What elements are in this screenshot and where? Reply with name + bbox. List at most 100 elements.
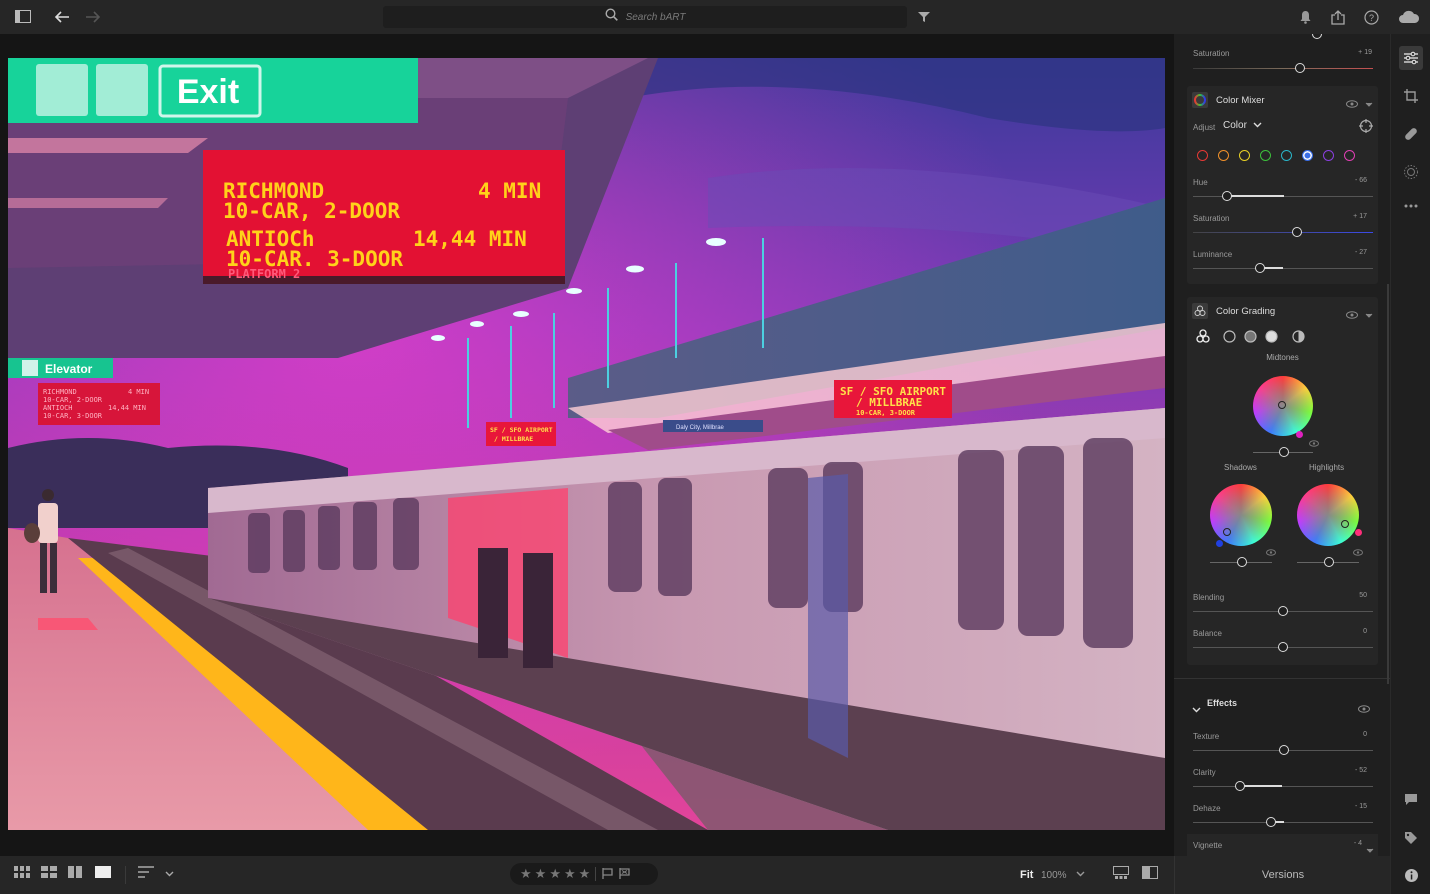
flag-reject-icon[interactable]	[619, 867, 630, 882]
highlights-hue-dot[interactable]	[1355, 529, 1362, 536]
flag-pick-icon[interactable]	[602, 867, 613, 882]
panel-scrollbar[interactable]	[1387, 284, 1389, 684]
slider-knob[interactable]	[1278, 642, 1288, 652]
comment-icon[interactable]	[1401, 789, 1421, 809]
midtones-hue-dot[interactable]	[1296, 431, 1303, 438]
healing-brush-icon[interactable]	[1401, 124, 1421, 144]
slider-knob[interactable]	[1235, 781, 1245, 791]
global-mode-icon[interactable]	[1292, 330, 1305, 348]
adjust-value: Color	[1223, 120, 1247, 131]
vignette-collapse-icon[interactable]	[1366, 841, 1374, 856]
effects-visibility-icon[interactable]	[1358, 700, 1370, 718]
fit-zoom-option[interactable]: Fit	[1020, 869, 1033, 881]
slider-knob[interactable]	[1266, 817, 1276, 827]
three-way-mode-icon[interactable]	[1196, 329, 1210, 348]
square-grid-icon[interactable]	[14, 866, 30, 878]
shadows-color-wheel[interactable]	[1210, 484, 1272, 546]
star-3[interactable]: ★	[549, 866, 561, 882]
slider-label: Saturation	[1193, 214, 1230, 223]
compare-grid-icon[interactable]	[68, 866, 82, 878]
color-grading-collapse-icon[interactable]	[1365, 306, 1373, 324]
shadows-wheel-handle[interactable]	[1223, 528, 1231, 536]
color-swatch-2[interactable]	[1218, 150, 1229, 161]
slider-knob[interactable]	[1279, 745, 1289, 755]
effects-chevron-icon[interactable]	[1192, 700, 1201, 718]
midtones-color-wheel[interactable]	[1253, 376, 1313, 436]
slider-value: 50	[1359, 592, 1367, 599]
effects-title[interactable]: Effects	[1207, 698, 1237, 708]
tool-rail	[1390, 34, 1430, 894]
shadows-visibility-icon[interactable]	[1266, 543, 1276, 561]
bell-icon[interactable]	[1295, 7, 1315, 27]
star-4[interactable]: ★	[564, 866, 576, 882]
midtones-mode-icon[interactable]	[1244, 330, 1257, 348]
color-mixer-visibility-icon[interactable]	[1346, 95, 1358, 113]
cloud-icon[interactable]	[1397, 7, 1421, 27]
color-swatch-3[interactable]	[1239, 150, 1250, 161]
edit-sliders-icon[interactable]	[1399, 46, 1423, 70]
slider-knob[interactable]	[1255, 263, 1265, 273]
star-5[interactable]: ★	[579, 866, 591, 882]
star-rating[interactable]: ★ ★ ★ ★ ★	[510, 863, 658, 885]
filmstrip-icon[interactable]	[1113, 866, 1129, 879]
sign-time-1: 4 MIN	[478, 179, 541, 203]
detail-view-icon[interactable]	[95, 866, 111, 878]
adjust-dropdown[interactable]: Color	[1223, 120, 1262, 131]
color-swatch-8[interactable]	[1344, 150, 1355, 161]
info-icon[interactable]	[1401, 865, 1421, 885]
search-box[interactable]: Search bART	[383, 6, 907, 28]
versions-button[interactable]: Versions	[1174, 856, 1391, 894]
color-swatch-5[interactable]	[1281, 150, 1292, 161]
highlights-visibility-icon[interactable]	[1353, 543, 1363, 561]
panel-toggle-icon[interactable]	[13, 7, 33, 27]
slider-track[interactable]	[1193, 786, 1373, 787]
slider-knob[interactable]	[1222, 191, 1232, 201]
midtones-wheel-handle[interactable]	[1278, 401, 1286, 409]
search-input[interactable]: Search bART	[626, 12, 686, 23]
masking-icon[interactable]	[1401, 162, 1421, 182]
shadows-mode-icon[interactable]	[1223, 330, 1236, 348]
before-after-icon[interactable]	[1142, 866, 1158, 879]
slider-knob[interactable]	[1278, 606, 1288, 616]
highlights-mode-icon[interactable]	[1265, 330, 1278, 348]
photo-grid-icon[interactable]	[41, 866, 57, 878]
zoom-level[interactable]: 100%	[1041, 870, 1067, 881]
help-icon[interactable]: ?	[1361, 7, 1381, 27]
color-swatch-6[interactable]	[1302, 150, 1313, 161]
color-grading-visibility-icon[interactable]	[1346, 306, 1358, 324]
slider-knob[interactable]	[1292, 227, 1302, 237]
color-swatch-1[interactable]	[1197, 150, 1208, 161]
back-arrow-icon[interactable]	[52, 7, 72, 27]
share-icon[interactable]	[1328, 7, 1348, 27]
offscreen-knob[interactable]	[1312, 34, 1322, 39]
color-swatch-4[interactable]	[1260, 150, 1271, 161]
highlights-color-wheel[interactable]	[1297, 484, 1359, 546]
sort-icon[interactable]	[138, 866, 154, 878]
slider-track[interactable]	[1193, 268, 1373, 269]
midtones-visibility-icon[interactable]	[1309, 434, 1319, 452]
photo-canvas[interactable]: Exit RICHMOND 10-CAR, 2-DOOR ANTIOCh 10-…	[0, 34, 1174, 856]
top-saturation-track[interactable]	[1193, 68, 1373, 69]
crop-icon[interactable]	[1401, 86, 1421, 106]
highlights-luminance-knob[interactable]	[1324, 557, 1334, 567]
vignette-label: Vignette	[1193, 841, 1223, 850]
top-saturation-knob[interactable]	[1295, 63, 1305, 73]
tag-icon[interactable]	[1401, 828, 1421, 848]
color-mixer-collapse-icon[interactable]	[1365, 95, 1373, 113]
slider-value: - 15	[1354, 803, 1367, 810]
color-swatch-7[interactable]	[1323, 150, 1334, 161]
shadows-hue-dot[interactable]	[1216, 540, 1223, 547]
filter-icon[interactable]	[914, 7, 934, 27]
zoom-chevron-icon[interactable]	[1076, 871, 1085, 877]
star-1[interactable]: ★	[520, 866, 532, 882]
slider-label: Texture	[1193, 732, 1220, 741]
sort-chevron-icon[interactable]	[165, 871, 174, 877]
more-options-icon[interactable]	[1401, 196, 1421, 216]
forward-arrow-icon[interactable]	[83, 7, 103, 27]
midtones-luminance-knob[interactable]	[1279, 447, 1289, 457]
shadows-luminance-knob[interactable]	[1237, 557, 1247, 567]
slider-track[interactable]	[1193, 232, 1373, 233]
highlights-wheel-handle[interactable]	[1341, 520, 1349, 528]
target-adjust-icon[interactable]	[1359, 119, 1373, 138]
star-2[interactable]: ★	[535, 866, 547, 882]
